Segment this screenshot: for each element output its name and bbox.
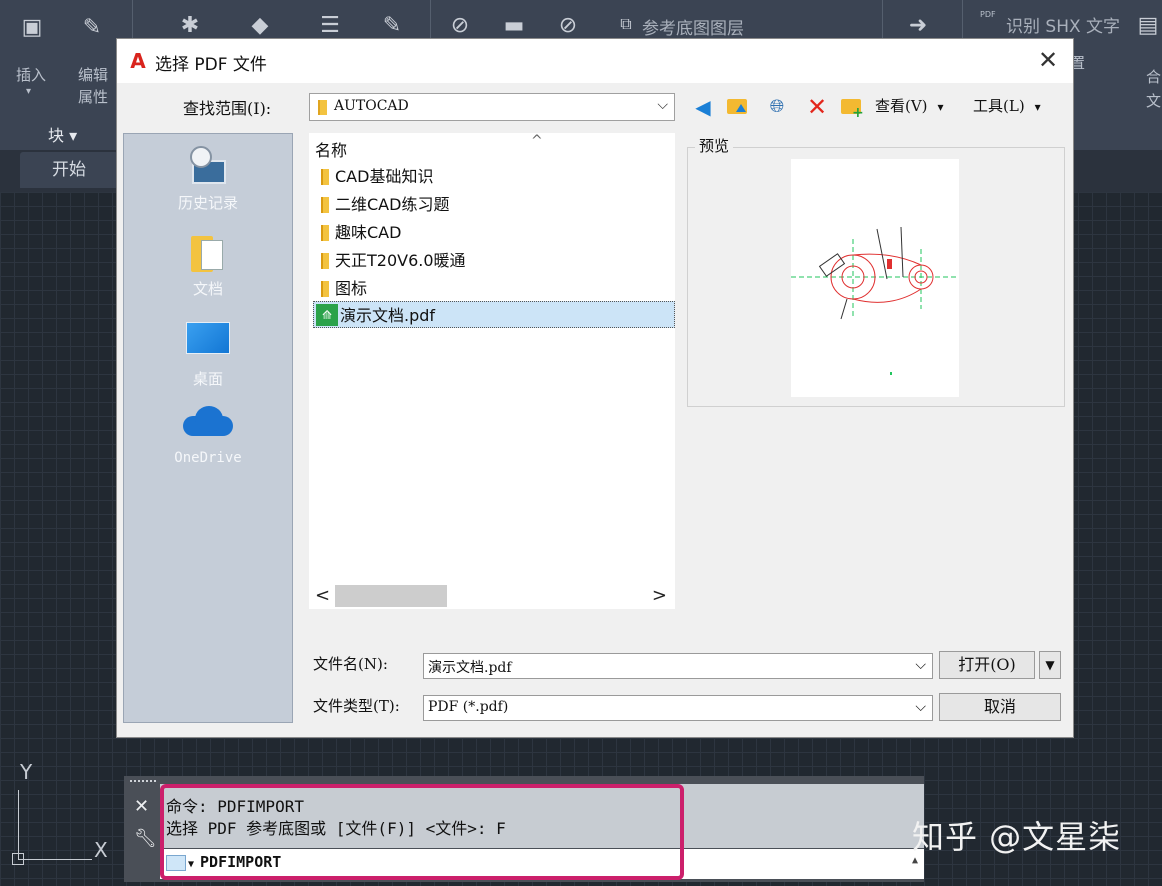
view-menu-label: 查看(V): [875, 97, 928, 115]
place-label: OneDrive: [174, 450, 242, 466]
pdf-badge: PDF: [980, 10, 996, 19]
chevron-down-icon[interactable]: ⌵: [657, 97, 668, 113]
block-panel-label[interactable]: 块 ▾: [48, 122, 77, 146]
edit-attribute-icon[interactable]: ✎: [72, 10, 112, 46]
documents-icon: [191, 232, 225, 272]
filetype-value: PDF (*.pdf): [428, 699, 509, 715]
ucs-x-label: X: [94, 838, 108, 862]
list-item-label: 二维CAD练习题: [335, 195, 450, 214]
ucs-x-axis: [18, 859, 92, 860]
close-icon[interactable]: ✕: [134, 796, 149, 817]
preview-label: 预览: [695, 135, 734, 156]
place-desktop[interactable]: 桌面: [124, 322, 292, 389]
file-list[interactable]: 名称 ^ CAD基础知识 二维CAD练习题 趣味CAD 天正T20V6.0暖通 …: [309, 133, 675, 583]
new-folder-icon[interactable]: +: [837, 93, 865, 121]
place-history[interactable]: 历史记录: [124, 146, 292, 213]
list-item-label: 图标: [335, 279, 368, 298]
filetype-label: 文件类型(T):: [313, 697, 400, 715]
onedrive-icon: [183, 406, 233, 436]
folder-icon: [321, 253, 329, 269]
place-onedrive[interactable]: OneDrive: [124, 406, 292, 466]
pdf-preview-thumbnail: [791, 159, 959, 397]
dialog-titlebar[interactable]: A 选择 PDF 文件 ✕: [117, 39, 1073, 83]
search-web-icon[interactable]: 🌐︎: [763, 93, 791, 121]
tools-dropdown-icon[interactable]: ▾: [1035, 100, 1041, 114]
lookin-label: 查找范围(I):: [183, 99, 272, 118]
lookin-value: AUTOCAD: [334, 98, 409, 114]
pdf-file-icon: ⟰: [316, 304, 338, 326]
pdf-layer-icon[interactable]: ⧉: [606, 6, 646, 42]
list-item-label: 趣味CAD: [335, 223, 402, 242]
tools-menu[interactable]: 工具(L) ▾: [973, 95, 1041, 116]
list-item-label: 演示文档.pdf: [340, 306, 436, 325]
place-documents[interactable]: 文档: [124, 232, 292, 299]
list-item-label: CAD基础知识: [335, 167, 434, 186]
ucs-y-label: Y: [20, 760, 33, 784]
scroll-thumb[interactable]: [335, 585, 447, 607]
list-item-selected[interactable]: ⟰ 演示文档.pdf: [313, 301, 675, 328]
recognize-shx-label[interactable]: 识别 SHX 文字: [1006, 12, 1120, 37]
delete-icon[interactable]: ✕: [803, 93, 831, 121]
scroll-left-icon[interactable]: <: [315, 585, 330, 606]
list-item[interactable]: CAD基础知识: [313, 163, 675, 190]
dialog-title: 选择 PDF 文件: [155, 55, 267, 75]
text-label[interactable]: 文: [1146, 90, 1161, 111]
place-label: 桌面: [192, 370, 223, 388]
cancel-button[interactable]: 取消: [939, 693, 1061, 721]
insert-label[interactable]: 插入: [16, 64, 46, 85]
combine-label[interactable]: 合: [1146, 66, 1161, 87]
list-item[interactable]: 趣味CAD: [313, 219, 675, 246]
scroll-right-icon[interactable]: >: [652, 585, 667, 606]
filename-input[interactable]: 演示文档.pdf ⌵: [423, 653, 933, 679]
open-dropdown-button[interactable]: ▼: [1039, 651, 1061, 679]
folder-icon: [321, 169, 329, 185]
edit-attr-label[interactable]: 编辑: [78, 64, 108, 85]
folder-icon: [318, 100, 327, 115]
list-item[interactable]: 图标: [313, 275, 675, 302]
autocad-logo-icon: A: [130, 49, 146, 73]
back-arrow-icon[interactable]: ◀: [689, 93, 717, 121]
close-button[interactable]: ✕: [1035, 47, 1061, 73]
filename-value: 演示文档.pdf: [428, 660, 512, 676]
filetype-select[interactable]: PDF (*.pdf) ⌵: [423, 695, 933, 721]
customize-wrench-icon[interactable]: 🔧︎: [134, 828, 157, 849]
select-pdf-dialog: A 选择 PDF 文件 ✕ 查找范围(I): AUTOCAD ⌵ ◀ 🌐︎ ✕ …: [116, 38, 1074, 738]
chevron-down-icon[interactable]: ⌵: [915, 657, 926, 673]
folder-icon: [321, 281, 329, 297]
ucs-origin-icon: [12, 853, 24, 865]
command-line-grip[interactable]: [130, 780, 156, 784]
insert-dropdown-icon[interactable]: ▾: [26, 86, 31, 97]
pdf-layer-label[interactable]: 参考底图图层: [642, 14, 744, 39]
lookin-select[interactable]: AUTOCAD ⌵: [309, 93, 675, 121]
place-label: 文档: [192, 280, 223, 298]
watermark: 知乎 @文星柒: [912, 818, 1122, 856]
tools-menu-label: 工具(L): [973, 97, 1025, 115]
ucs-y-axis: [18, 790, 19, 860]
tab-start[interactable]: 开始: [20, 152, 118, 188]
attr-label[interactable]: 属性: [78, 86, 108, 107]
column-header-name[interactable]: 名称: [315, 137, 347, 161]
combine-text-icon[interactable]: ▤: [1134, 8, 1162, 44]
sort-up-icon: ^: [531, 133, 543, 149]
up-folder-icon[interactable]: [723, 93, 751, 121]
list-item[interactable]: 二维CAD练习题: [313, 191, 675, 218]
open-button[interactable]: 打开(O): [939, 651, 1035, 679]
history-icon: [188, 146, 228, 186]
folder-icon: [321, 197, 329, 213]
filename-label: 文件名(N):: [313, 655, 388, 673]
desktop-icon: [186, 322, 230, 354]
view-dropdown-icon[interactable]: ▾: [938, 100, 944, 114]
horizontal-scrollbar[interactable]: < >: [309, 583, 675, 609]
place-label: 历史记录: [177, 194, 238, 212]
drawing-preview-image: [791, 226, 959, 375]
chevron-down-icon[interactable]: ⌵: [915, 699, 926, 715]
highlight-annotation: [160, 784, 684, 880]
list-item[interactable]: 天正T20V6.0暖通: [313, 247, 675, 274]
folder-icon: [321, 225, 329, 241]
places-sidebar: 历史记录 文档 桌面 OneDrive: [123, 133, 293, 723]
view-menu[interactable]: 查看(V) ▾: [875, 95, 944, 116]
insert-block-icon[interactable]: ▣: [12, 10, 52, 46]
list-item-label: 天正T20V6.0暖通: [335, 251, 466, 270]
